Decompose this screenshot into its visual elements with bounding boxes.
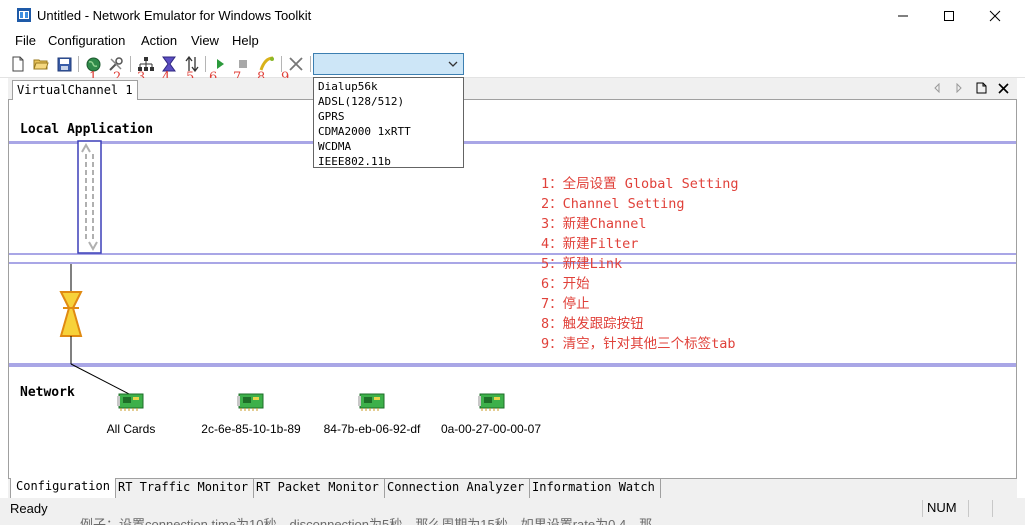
tab-configuration[interactable]: Configuration xyxy=(10,478,116,499)
document-tab-strip: VirtualChannel 1 xyxy=(8,78,1017,100)
minimize-button[interactable] xyxy=(880,0,926,31)
note-2: 2：Channel Setting xyxy=(541,196,685,212)
maximize-icon xyxy=(944,10,954,21)
background-text: 例子：设置connection time为10秒，disconnection为5… xyxy=(80,517,653,525)
document-icon xyxy=(976,82,986,94)
save-button[interactable] xyxy=(55,55,73,73)
toolbar-separator xyxy=(310,56,311,72)
network-profile-dropdown: Dialup56k ADSL(128/512) GPRS CDMA2000 1x… xyxy=(313,77,464,168)
window-title: Untitled - Network Emulator for Windows … xyxy=(37,8,312,23)
network-card-icon[interactable] xyxy=(478,390,506,412)
menu-bar: File Configuration Action View Help xyxy=(0,31,1025,51)
close-tab-button[interactable] xyxy=(996,81,1010,95)
chevron-right-icon xyxy=(956,83,962,93)
toolbar-separator xyxy=(130,56,131,72)
note-3: 3：新建Channel xyxy=(541,216,647,232)
menu-view[interactable]: View xyxy=(191,33,219,48)
chevron-down-icon xyxy=(448,61,458,67)
card-label: 0a-00-27-00-00-07 xyxy=(440,422,542,436)
tab-virtual-channel[interactable]: VirtualChannel 1 xyxy=(12,80,138,100)
network-label: Network xyxy=(20,385,75,400)
status-pane xyxy=(992,500,1016,517)
chevron-left-icon xyxy=(934,83,940,93)
note-9: 9：清空，针对其他三个标签tab xyxy=(541,336,736,352)
dropdown-option[interactable]: IEEE802.11b xyxy=(318,155,391,168)
close-icon xyxy=(997,82,1009,94)
filter-node[interactable] xyxy=(49,264,189,399)
note-8: 8：触发跟踪按钮 xyxy=(541,316,644,332)
app-icon xyxy=(17,8,31,22)
clear-icon xyxy=(289,57,303,71)
num-lock-indicator: NUM xyxy=(922,500,968,517)
tab-rt-packet-monitor[interactable]: RT Packet Monitor xyxy=(251,479,385,498)
note-4: 4：新建Filter xyxy=(541,236,639,252)
dropdown-option[interactable]: WCDMA xyxy=(318,140,351,153)
channel-lane-line-top xyxy=(9,253,1016,255)
channel-canvas: Local Application 1：全局设置 Global Setting … xyxy=(8,100,1017,478)
new-button[interactable] xyxy=(9,55,27,73)
local-lane-line xyxy=(9,141,1016,144)
new-file-icon xyxy=(12,56,24,72)
play-icon xyxy=(217,59,224,69)
open-button[interactable] xyxy=(32,55,50,73)
scroll-left-button[interactable] xyxy=(930,81,944,95)
network-profile-combo[interactable] xyxy=(313,53,464,75)
close-button[interactable] xyxy=(972,0,1018,31)
note-5: 5：新建Link xyxy=(541,256,623,272)
note-6: 6：开始 xyxy=(541,276,590,292)
dropdown-option[interactable]: GPRS xyxy=(318,110,345,123)
minimize-icon xyxy=(898,15,908,16)
menu-configuration[interactable]: Configuration xyxy=(48,33,125,48)
link-box[interactable] xyxy=(77,140,103,255)
status-bar: Ready 例子：设置connection time为10秒，disconnec… xyxy=(0,498,1025,525)
save-icon xyxy=(57,57,71,71)
toolbar-separator xyxy=(78,56,79,72)
tab-connection-analyzer[interactable]: Connection Analyzer xyxy=(382,479,531,498)
network-card-icon[interactable] xyxy=(237,390,265,412)
card-label: All Cards xyxy=(106,422,156,436)
menu-help[interactable]: Help xyxy=(232,33,259,48)
maximize-button[interactable] xyxy=(926,0,972,31)
scroll-right-button[interactable] xyxy=(952,81,966,95)
network-card-icon[interactable] xyxy=(117,390,145,412)
new-document-button[interactable] xyxy=(974,81,988,95)
network-tree-icon xyxy=(138,57,154,71)
dropdown-option[interactable]: ADSL(128/512) xyxy=(318,95,404,108)
toolbar: 1 2 3 4 5 6 7 8 9 xyxy=(0,51,1025,85)
open-folder-icon xyxy=(33,59,49,70)
menu-action[interactable]: Action xyxy=(141,33,177,48)
network-card-icon[interactable] xyxy=(358,390,386,412)
tab-rt-traffic-monitor[interactable]: RT Traffic Monitor xyxy=(113,479,255,498)
menu-file[interactable]: File xyxy=(15,33,36,48)
clear-button[interactable] xyxy=(287,55,305,73)
close-icon xyxy=(989,10,1001,21)
status-text: Ready xyxy=(10,501,48,516)
status-pane xyxy=(968,500,992,517)
card-label: 2c-6e-85-10-1b-89 xyxy=(201,422,301,436)
bottom-tab-bar: Configuration RT Traffic Monitor RT Pack… xyxy=(8,478,1017,499)
stop-icon xyxy=(239,60,247,68)
toolbar-separator xyxy=(205,56,206,72)
local-application-label: Local Application xyxy=(20,122,154,137)
tab-information-watch[interactable]: Information Watch xyxy=(527,479,661,498)
dropdown-option[interactable]: Dialup56k xyxy=(318,80,378,93)
title-bar: Untitled - Network Emulator for Windows … xyxy=(0,0,1025,31)
card-label: 84-7b-eb-06-92-df xyxy=(323,422,421,436)
note-7: 7：停止 xyxy=(541,296,590,312)
dropdown-option[interactable]: CDMA2000 1xRTT xyxy=(318,125,411,138)
note-1: 1：全局设置 Global Setting xyxy=(541,176,739,192)
